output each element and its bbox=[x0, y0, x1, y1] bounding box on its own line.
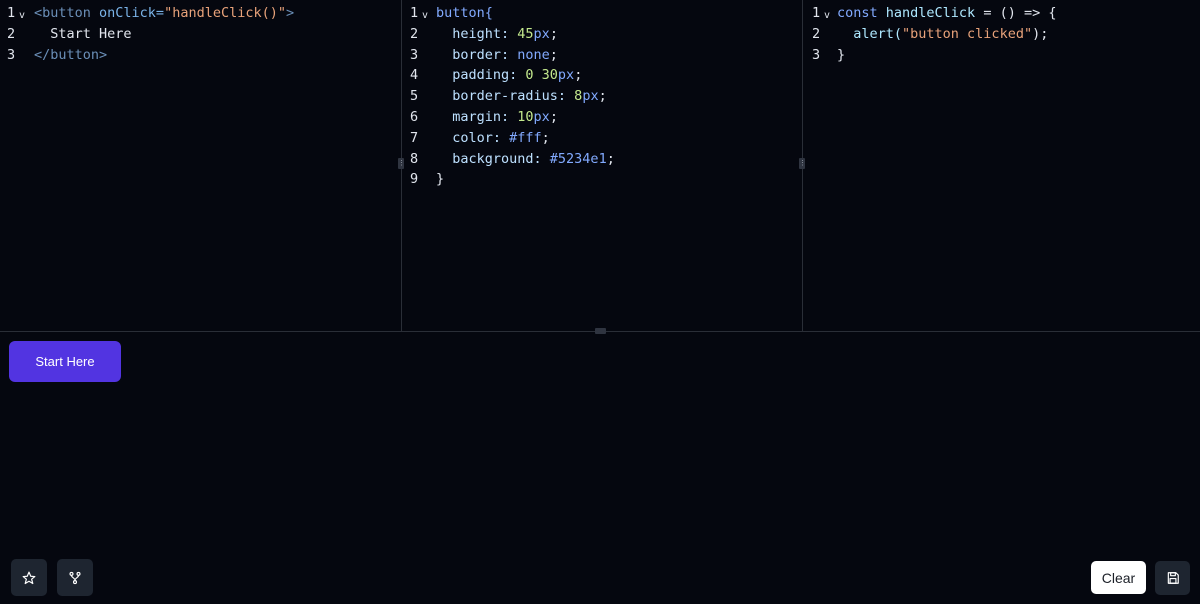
line-number: 8 bbox=[410, 150, 419, 167]
fork-button[interactable] bbox=[57, 559, 93, 596]
js-editor[interactable]: 1 v const handleClick = () => {2 alert("bu… bbox=[802, 0, 1200, 331]
code-token: 45 bbox=[517, 25, 534, 42]
code-token: </button> bbox=[34, 46, 108, 63]
resize-handle-html-css[interactable]: ⋮ bbox=[398, 158, 405, 169]
code-token: } bbox=[436, 171, 445, 188]
html-editor[interactable]: 1 v <button onClick="handleClick()"> 2 Star… bbox=[0, 0, 400, 331]
line-number: 6 bbox=[410, 108, 419, 125]
code-token: alert( bbox=[837, 25, 903, 42]
code-token: = () => { bbox=[975, 5, 1057, 21]
line-number: 4 bbox=[410, 67, 419, 84]
code-token: 0 30 bbox=[525, 67, 558, 84]
code-token: border: bbox=[436, 46, 518, 63]
code-token: 10 bbox=[517, 108, 534, 125]
code-text: } bbox=[837, 45, 845, 66]
line-number: 2 bbox=[812, 25, 821, 42]
code-text: height: 45px; bbox=[436, 24, 558, 45]
resize-handle-editor-preview[interactable] bbox=[595, 328, 606, 334]
code-text: margin: 10px; bbox=[436, 107, 558, 128]
code-token: > bbox=[285, 5, 295, 21]
code-text: alert("button clicked"); bbox=[837, 24, 1048, 45]
code-token: none bbox=[517, 46, 550, 63]
star-icon bbox=[22, 571, 36, 585]
line-number: 5 bbox=[410, 88, 419, 105]
line-number: 3 bbox=[812, 46, 821, 63]
save-button[interactable] bbox=[1155, 561, 1190, 595]
code-text: Start Here bbox=[34, 24, 132, 45]
code-token: ); bbox=[1032, 25, 1049, 42]
code-token: px bbox=[582, 88, 599, 105]
code-playground: 1 v <button onClick="handleClick()"> 2 Star… bbox=[0, 0, 1200, 604]
code-token: onClick= bbox=[99, 5, 165, 21]
line-number: 3 bbox=[410, 46, 419, 63]
code-token: color: bbox=[436, 129, 510, 146]
code-token: handleClick bbox=[885, 5, 976, 21]
code-text: </button> bbox=[34, 45, 107, 66]
fork-icon bbox=[68, 571, 82, 585]
code-text: } bbox=[436, 169, 444, 190]
clear-button[interactable]: Clear bbox=[1091, 561, 1146, 594]
line-number: 3 bbox=[7, 46, 16, 63]
line-number: 2 bbox=[7, 25, 16, 42]
code-token: #fff bbox=[509, 129, 542, 146]
code-token: px bbox=[557, 67, 575, 84]
code-token: ; bbox=[574, 67, 583, 84]
code-token: #5234e1 bbox=[549, 150, 607, 167]
code-token: background: bbox=[436, 150, 550, 167]
code-text: <button onClick="handleClick()"> bbox=[34, 3, 294, 24]
code-token: px bbox=[533, 25, 550, 42]
code-token: const bbox=[837, 5, 886, 21]
code-token: border-radius: bbox=[436, 88, 575, 105]
code-text: padding: 0 30px; bbox=[436, 65, 582, 86]
code-token: height: bbox=[436, 25, 518, 42]
code-text: border: none; bbox=[436, 45, 558, 66]
line-number: 7 bbox=[410, 129, 419, 146]
resize-handle-css-js[interactable]: ⋮ bbox=[799, 158, 806, 169]
code-token: ; bbox=[549, 108, 558, 125]
code-text: color: #fff; bbox=[436, 128, 550, 149]
code-text: const handleClick = () => { bbox=[837, 3, 1056, 24]
line-number: 2 bbox=[410, 25, 419, 42]
code-token: "button clicked" bbox=[902, 25, 1033, 42]
line-number: 9 bbox=[410, 171, 419, 188]
code-token: "handleClick()" bbox=[164, 5, 286, 21]
code-token: px bbox=[533, 108, 550, 125]
code-text: background: #5234e1; bbox=[436, 149, 615, 170]
favorite-button[interactable] bbox=[11, 559, 47, 596]
code-text: border-radius: 8px; bbox=[436, 86, 607, 107]
preview-start-here-button[interactable]: Start Here bbox=[9, 341, 121, 382]
code-token: } bbox=[837, 46, 846, 63]
code-token: Start Here bbox=[34, 25, 132, 42]
code-token: margin: bbox=[436, 108, 518, 125]
code-token: ; bbox=[549, 46, 558, 63]
code-token: <button bbox=[34, 5, 100, 21]
code-token: ; bbox=[549, 25, 558, 42]
code-token: ; bbox=[598, 88, 607, 105]
code-token: ; bbox=[606, 150, 615, 167]
save-icon bbox=[1166, 571, 1180, 585]
code-text: button{ bbox=[436, 3, 493, 24]
code-token: button{ bbox=[436, 5, 493, 21]
editor-area: 1 v <button onClick="handleClick()"> 2 Star… bbox=[0, 0, 1200, 334]
code-token: padding: bbox=[436, 67, 526, 84]
css-editor[interactable]: 1 v button{2 height: 45px; 3 border: none; 4… bbox=[401, 0, 801, 331]
code-token: ; bbox=[541, 129, 550, 146]
